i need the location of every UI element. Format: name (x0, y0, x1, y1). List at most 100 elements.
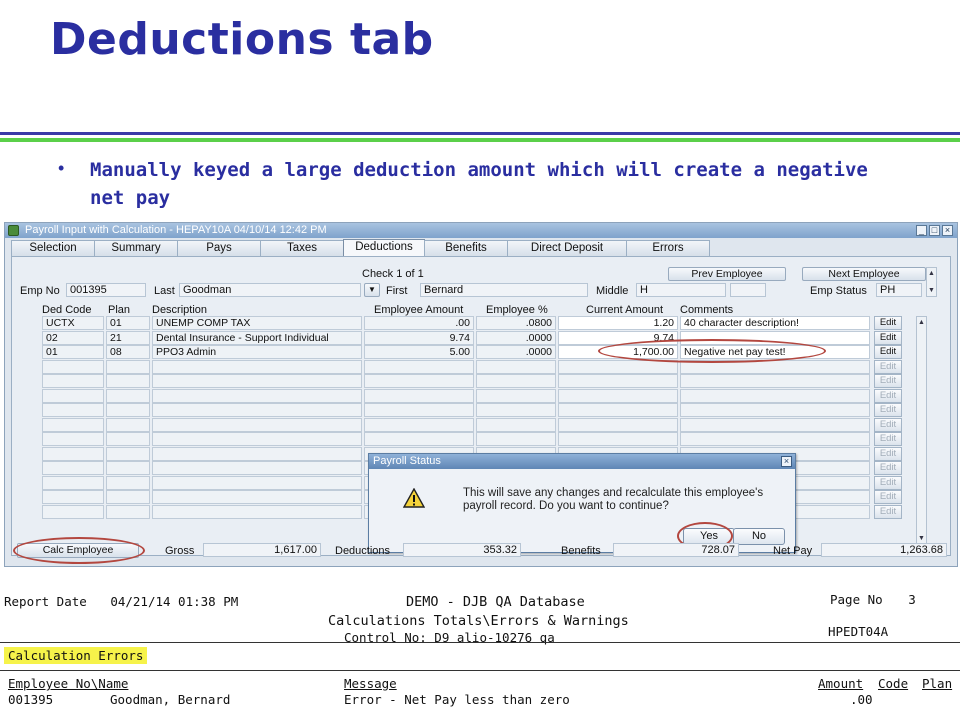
cell-description[interactable] (152, 417, 362, 432)
cell-plan[interactable] (106, 490, 150, 504)
cell-comments[interactable] (680, 432, 870, 446)
cell-employee-amount[interactable] (364, 359, 474, 374)
edit-button[interactable]: Edit (874, 374, 902, 388)
cell-description[interactable] (152, 359, 362, 374)
tab-errors[interactable]: Errors (626, 240, 710, 256)
cell-plan[interactable] (106, 417, 150, 432)
cell-comments[interactable]: 40 character description! (680, 316, 870, 330)
cell-employee-amount[interactable]: 5.00 (364, 345, 474, 359)
cell-ded-code[interactable] (42, 461, 104, 475)
edit-button[interactable]: Edit (874, 432, 902, 446)
cell-current-amount[interactable] (558, 359, 678, 374)
edit-button[interactable]: Edit (874, 504, 902, 519)
cell-current-amount[interactable] (558, 374, 678, 388)
cell-description[interactable] (152, 490, 362, 504)
cell-employee-amount[interactable] (364, 403, 474, 417)
cell-employee-amount[interactable] (364, 374, 474, 388)
edit-button[interactable]: Edit (874, 475, 902, 490)
minimize-icon[interactable]: _ (916, 225, 927, 236)
cell-plan[interactable] (106, 359, 150, 374)
cell-plan[interactable] (106, 446, 150, 461)
cell-description[interactable]: PPO3 Admin (152, 345, 362, 359)
cell-description[interactable] (152, 388, 362, 403)
edit-button[interactable]: Edit (874, 417, 902, 432)
cell-employee-pct[interactable] (476, 388, 556, 403)
emp-status-field[interactable]: PH (876, 283, 922, 297)
cell-current-amount[interactable] (558, 403, 678, 417)
calc-employee-button[interactable]: Calc Employee (17, 543, 139, 558)
cell-ded-code[interactable] (42, 359, 104, 374)
cell-ded-code[interactable] (42, 417, 104, 432)
suffix-field[interactable] (730, 283, 766, 297)
cell-ded-code[interactable] (42, 490, 104, 504)
middle-name-field[interactable]: H (636, 283, 726, 297)
tab-direct-deposit[interactable]: Direct Deposit (507, 240, 627, 256)
cell-description[interactable] (152, 504, 362, 519)
cell-employee-amount[interactable]: .00 (364, 316, 474, 330)
cell-current-amount[interactable]: 1,700.00 (558, 345, 678, 359)
edit-button[interactable]: Edit (874, 345, 902, 359)
cell-description[interactable] (152, 374, 362, 388)
cell-current-amount[interactable] (558, 417, 678, 432)
cell-plan[interactable] (106, 374, 150, 388)
prev-employee-button[interactable]: Prev Employee (668, 267, 786, 281)
cell-comments[interactable] (680, 388, 870, 403)
cell-description[interactable]: UNEMP COMP TAX (152, 316, 362, 330)
cell-plan[interactable]: 08 (106, 345, 150, 359)
cell-employee-amount[interactable]: 9.74 (364, 330, 474, 345)
header-scrollbar[interactable]: ▲ ▼ (926, 267, 937, 297)
edit-button[interactable]: Edit (874, 490, 902, 504)
tab-taxes[interactable]: Taxes (260, 240, 344, 256)
cell-current-amount[interactable] (558, 432, 678, 446)
chevron-down-icon[interactable]: ▼ (364, 283, 380, 297)
cell-ded-code[interactable] (42, 403, 104, 417)
cell-ded-code[interactable] (42, 475, 104, 490)
cell-plan[interactable] (106, 504, 150, 519)
scroll-down-icon[interactable]: ▼ (927, 286, 936, 295)
edit-button[interactable]: Edit (874, 461, 902, 475)
cell-ded-code[interactable] (42, 388, 104, 403)
cell-comments[interactable]: Negative net pay test! (680, 345, 870, 359)
cell-comments[interactable] (680, 330, 870, 345)
tab-selection[interactable]: Selection (11, 240, 95, 256)
cell-employee-pct[interactable] (476, 417, 556, 432)
cell-plan[interactable] (106, 475, 150, 490)
cell-comments[interactable] (680, 374, 870, 388)
edit-button[interactable]: Edit (874, 330, 902, 345)
cell-description[interactable]: Dental Insurance - Support Individual (152, 330, 362, 345)
grid-scroll-down-icon[interactable]: ▼ (917, 534, 926, 543)
cell-current-amount[interactable]: 9.74 (558, 330, 678, 345)
cell-employee-amount[interactable] (364, 417, 474, 432)
cell-ded-code[interactable]: 02 (42, 330, 104, 345)
cell-plan[interactable] (106, 461, 150, 475)
edit-button[interactable]: Edit (874, 388, 902, 403)
cell-plan[interactable] (106, 432, 150, 446)
tab-summary[interactable]: Summary (94, 240, 178, 256)
cell-employee-amount[interactable] (364, 388, 474, 403)
cell-plan[interactable]: 01 (106, 316, 150, 330)
cell-comments[interactable] (680, 359, 870, 374)
tab-pays[interactable]: Pays (177, 240, 261, 256)
cell-comments[interactable] (680, 417, 870, 432)
cell-ded-code[interactable] (42, 432, 104, 446)
cell-description[interactable] (152, 475, 362, 490)
emp-no-field[interactable]: 001395 (66, 283, 146, 297)
cell-current-amount[interactable] (558, 388, 678, 403)
cell-employee-pct[interactable] (476, 359, 556, 374)
close-icon[interactable]: × (942, 225, 953, 236)
cell-ded-code[interactable]: UCTX (42, 316, 104, 330)
edit-button[interactable]: Edit (874, 446, 902, 461)
cell-employee-pct[interactable]: .0000 (476, 345, 556, 359)
cell-description[interactable] (152, 461, 362, 475)
cell-description[interactable] (152, 432, 362, 446)
cell-description[interactable] (152, 403, 362, 417)
cell-description[interactable] (152, 446, 362, 461)
cell-plan[interactable]: 21 (106, 330, 150, 345)
last-name-field[interactable]: Goodman (179, 283, 361, 297)
cell-plan[interactable] (106, 403, 150, 417)
scroll-up-icon[interactable]: ▲ (927, 269, 936, 278)
grid-scrollbar[interactable]: ▲ ▼ (916, 316, 927, 545)
cell-comments[interactable] (680, 403, 870, 417)
cell-current-amount[interactable]: 1.20 (558, 316, 678, 330)
first-name-field[interactable]: Bernard (420, 283, 588, 297)
